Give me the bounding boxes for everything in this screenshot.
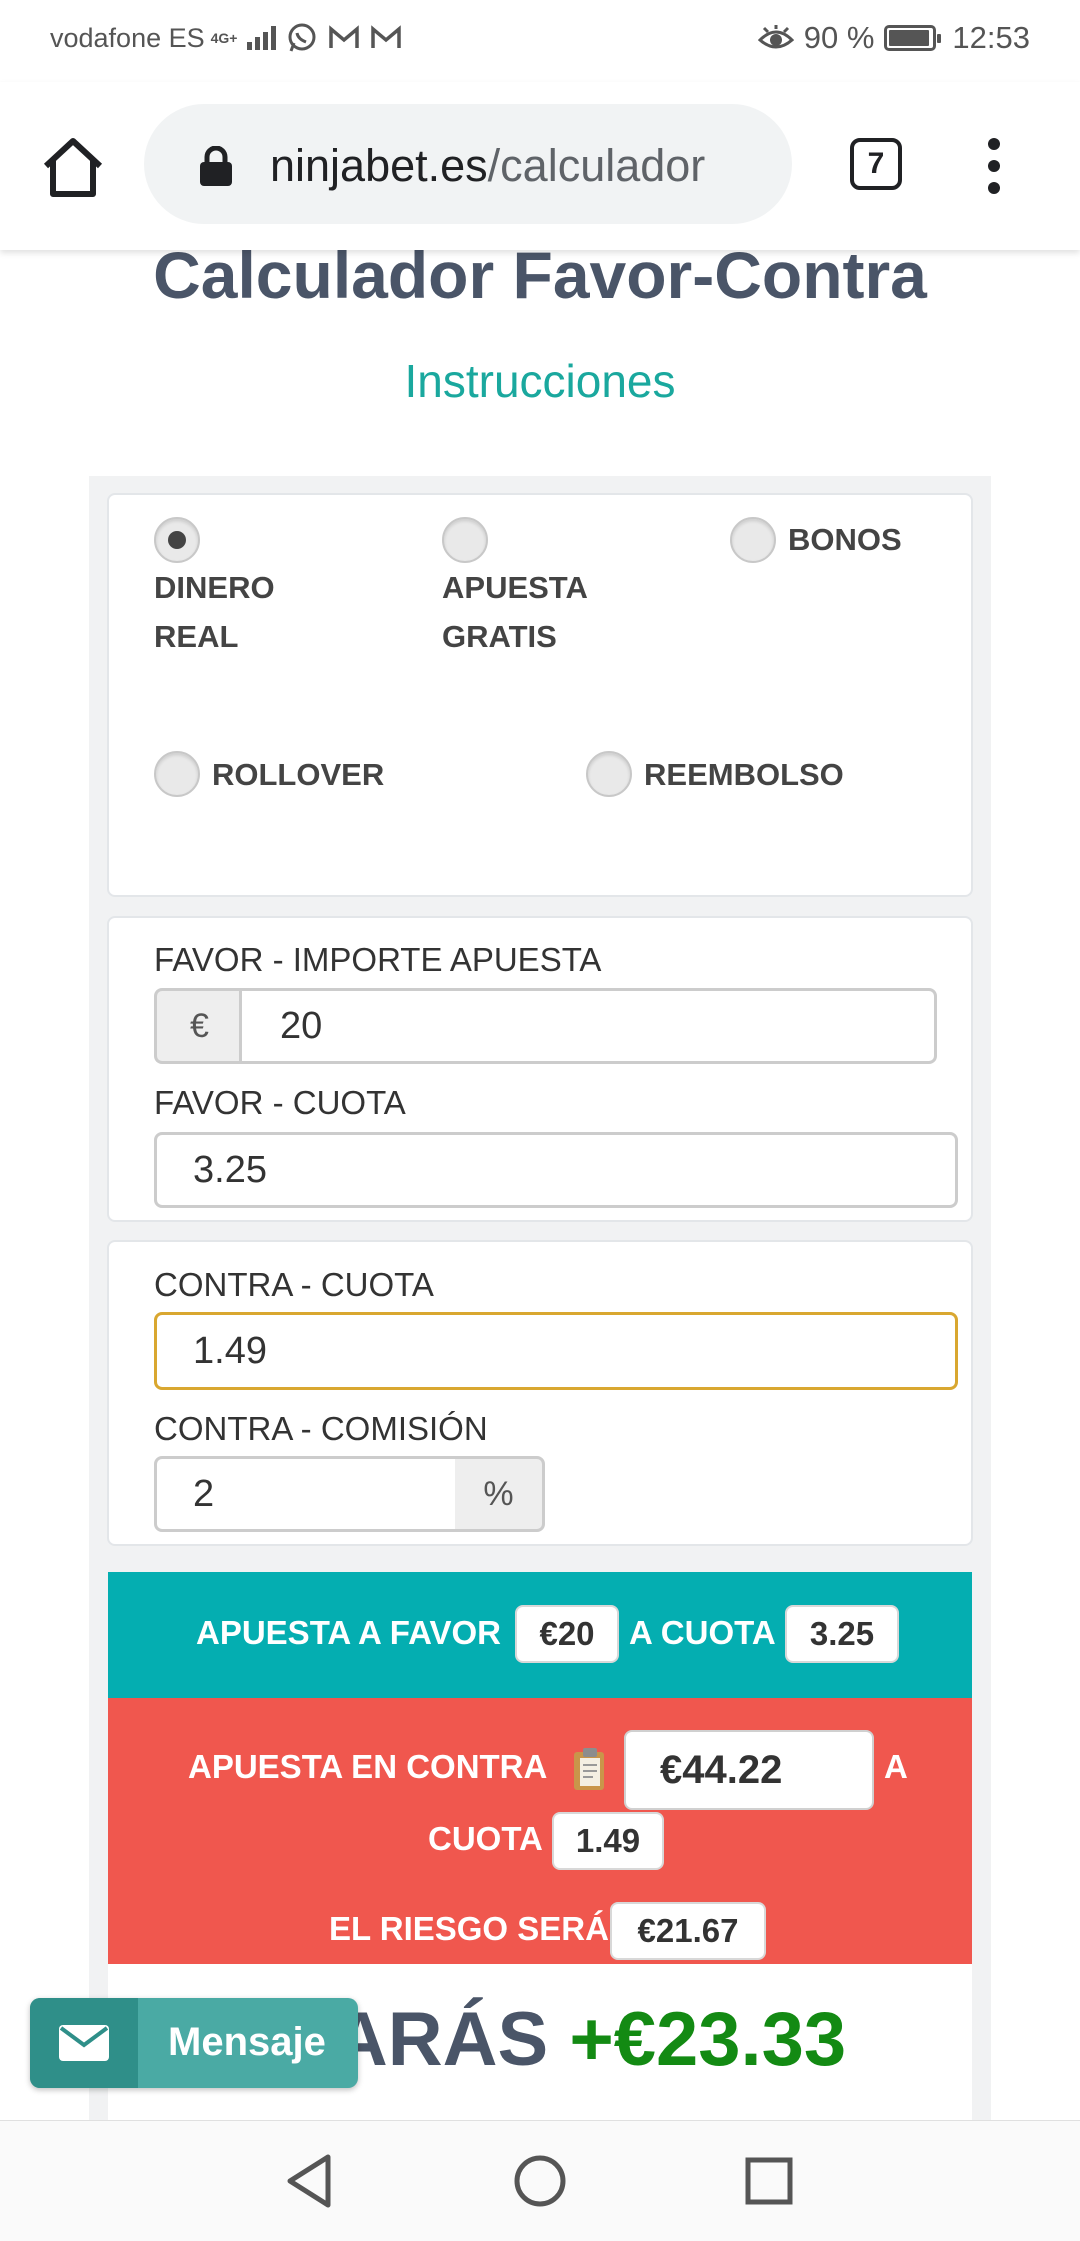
gain-result: NARÁS +€23.33 — [278, 1997, 847, 2082]
gmail-icon — [329, 25, 360, 48]
envelope-icon — [59, 2025, 109, 2061]
clock: 12:53 — [952, 20, 1030, 55]
clipboard-icon[interactable] — [572, 1746, 608, 1792]
carrier-name: vodafone ES — [50, 22, 205, 53]
contra-commission-input[interactable]: 2 — [154, 1456, 458, 1532]
favor-amount-label: FAVOR - IMPORTE APUESTA — [154, 941, 602, 978]
radio-apuesta-gratis[interactable] — [442, 517, 488, 563]
favor-result-panel: APUESTA A FAVOR €20 A CUOTA 3.25 — [108, 1572, 972, 1698]
home-icon[interactable] — [40, 134, 106, 200]
overflow-menu-icon[interactable] — [984, 138, 1004, 194]
recents-icon[interactable] — [745, 2157, 793, 2205]
contra-odds-input[interactable]: 1.49 — [154, 1312, 958, 1390]
home-circle-icon[interactable] — [513, 2154, 567, 2208]
lock-icon — [200, 146, 232, 186]
system-nav-bar — [0, 2120, 1080, 2241]
message-widget-label: Mensaje — [168, 2020, 326, 2064]
contra-odds-label: CONTRA - CUOTA — [154, 1266, 434, 1303]
url-text: ninjabet.es/calculador — [270, 140, 705, 192]
battery-percent: 90 % — [803, 20, 875, 55]
favor-odds-badge: 3.25 — [785, 1605, 899, 1663]
url-domain: ninjabet.es — [270, 140, 488, 191]
bet-type-card: DINERO REAL APUESTA GRATIS BONOS ROLLOVER … — [107, 493, 973, 897]
radio-label-reembolso[interactable]: REEMBOLSO — [644, 750, 844, 799]
status-bar: vodafone ES 4G+ 90 % 12:53 — [0, 0, 1080, 82]
favor-odds-label: FAVOR - CUOTA — [154, 1084, 406, 1121]
radio-rollover[interactable] — [154, 751, 200, 797]
back-icon[interactable] — [284, 2153, 334, 2209]
radio-label-dinero-real[interactable]: DINERO REAL — [154, 563, 275, 661]
favor-amount-badge: €20 — [515, 1605, 619, 1663]
radio-label-apuesta-gratis[interactable]: APUESTA GRATIS — [442, 563, 588, 661]
radio-dinero-real[interactable] — [154, 517, 200, 563]
contra-result-text: APUESTA EN CONTRA — [188, 1748, 548, 1785]
risk-amount-badge: €21.67 — [610, 1902, 766, 1960]
radio-reembolso[interactable] — [586, 751, 632, 797]
risk-text: EL RIESGO SERÁ — [329, 1910, 609, 1947]
signal-icon — [247, 26, 277, 50]
contra-a-text: A — [884, 1748, 908, 1785]
radio-label-rollover[interactable]: ROLLOVER — [212, 750, 384, 799]
page-title: Calculador Favor-Contra — [153, 238, 927, 312]
favor-odds-input[interactable]: 3.25 — [154, 1132, 958, 1208]
favor-result-text: APUESTA A FAVOR — [196, 1614, 501, 1651]
favor-card: FAVOR - IMPORTE APUESTA € 20 FAVOR - CUO… — [107, 916, 973, 1222]
percent-addon: % — [455, 1456, 545, 1532]
whatsapp-icon — [288, 23, 316, 52]
radio-bonos[interactable] — [730, 517, 776, 563]
radio-label-bonos[interactable]: BONOS — [788, 515, 902, 564]
browser-toolbar: ninjabet.es/calculador 7 — [0, 82, 1080, 250]
address-bar[interactable]: ninjabet.es/calculador — [144, 104, 792, 224]
contra-amount-badge[interactable]: €44.22 — [624, 1730, 874, 1810]
contra-result-panel: APUESTA EN CONTRA €44.22 A CUOTA 1.49 EL… — [108, 1698, 972, 1964]
instructions-link[interactable]: Instrucciones — [0, 354, 1080, 408]
battery-icon — [884, 25, 942, 51]
currency-addon: € — [154, 988, 242, 1064]
contra-card: CONTRA - CUOTA 1.49 CONTRA - COMISIÓN 2 … — [107, 1240, 973, 1546]
contra-commission-label: CONTRA - COMISIÓN — [154, 1410, 488, 1447]
contra-cuota-text: CUOTA — [428, 1820, 543, 1857]
favor-amount-input[interactable]: 20 — [239, 988, 937, 1064]
network-type: 4G+ — [210, 30, 238, 46]
gmail-icon — [371, 25, 402, 48]
favor-odds-text: A CUOTA — [629, 1614, 776, 1651]
tab-switcher-button[interactable]: 7 — [850, 138, 902, 190]
gain-amount: +€23.33 — [569, 1997, 847, 2082]
eye-icon — [757, 25, 794, 49]
contra-odds-badge: 1.49 — [552, 1812, 664, 1870]
message-widget-button[interactable]: Mensaje — [30, 1998, 358, 2088]
url-path: /calculador — [487, 140, 706, 191]
